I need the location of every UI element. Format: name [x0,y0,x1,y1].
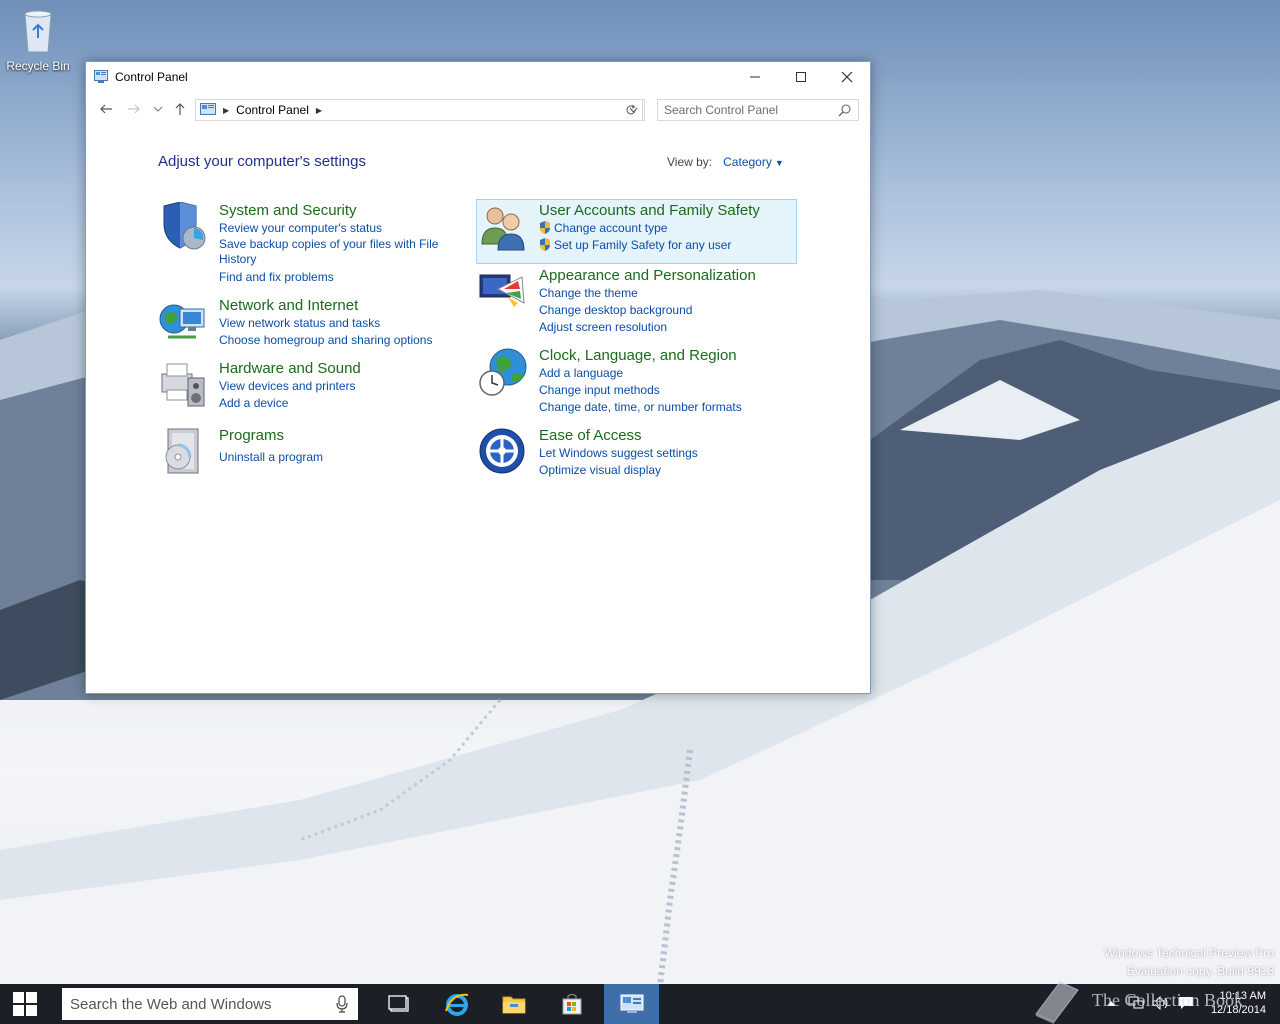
refresh-icon [626,104,636,115]
overlay-text: The Collection Book [1092,990,1243,1010]
page-title: Adjust your computer's settings [158,153,366,170]
clock-globe-icon[interactable] [478,347,528,397]
category-title[interactable]: Programs [219,427,323,445]
suggest-settings-link[interactable]: Let Windows suggest settings [539,445,698,462]
up-button[interactable] [172,101,188,117]
review-status-link[interactable]: Review your computer's status [219,220,444,237]
maximize-button[interactable] [778,62,824,92]
category-title[interactable]: Ease of Access [539,427,698,445]
windows-logo-icon [13,992,37,1016]
internet-explorer-button[interactable] [432,984,482,1024]
folder-icon [502,996,526,1014]
back-button[interactable] [98,101,114,117]
chevron-down-icon [153,106,163,112]
internet-explorer-icon [445,993,469,1016]
title-bar[interactable]: Control Panel [86,62,870,92]
recycle-bin-label: Recycle Bin [6,59,70,73]
control-panel-icon [620,994,643,1013]
category-title[interactable]: Hardware and Sound [219,360,361,378]
change-theme-link[interactable]: Change the theme [539,285,756,302]
view-by-category-dropdown[interactable]: Category [723,155,772,169]
window-title: Control Panel [115,70,188,84]
category-title[interactable]: Appearance and Personalization [539,267,756,285]
homegroup-sharing-link[interactable]: Choose homegroup and sharing options [219,332,432,349]
control-panel-icon [94,70,108,83]
refresh-button[interactable] [619,99,643,121]
control-panel-window: Control Panel ▶ Control Panel ▶ Search C… [85,61,871,694]
search-icon[interactable] [838,103,852,117]
breadcrumb-separator-icon[interactable]: ▶ [223,106,229,115]
find-fix-problems-link[interactable]: Find and fix problems [219,269,444,286]
family-safety-label: Set up Family Safety for any user [554,238,732,252]
maximize-icon [796,72,806,82]
store-bag-icon [562,994,582,1015]
search-placeholder: Search Control Panel [664,103,779,117]
category-title[interactable]: User Accounts and Family Safety [539,202,760,220]
security-shield-icon[interactable] [158,202,208,252]
breadcrumb-separator-icon[interactable]: ▶ [316,106,322,115]
change-account-type-link[interactable]: Change account type [539,220,760,237]
minimize-icon [750,76,760,78]
collection-book-overlay: The Collection Book [1030,976,1280,1024]
recycle-bin-icon [24,10,52,53]
add-language-link[interactable]: Add a language [539,365,742,382]
network-status-link[interactable]: View network status and tasks [219,315,432,332]
forward-arrow-icon [128,104,140,114]
store-button[interactable] [547,984,597,1024]
close-icon [841,71,853,83]
uac-shield-icon [540,221,550,234]
chevron-down-icon[interactable]: ▼ [775,158,784,168]
task-view-icon [388,995,409,1012]
control-panel-taskbar-button[interactable] [604,984,659,1024]
address-bar[interactable]: ▶ Control Panel ▶ [195,99,645,121]
network-globe-icon[interactable] [158,297,208,347]
add-device-link[interactable]: Add a device [219,395,361,412]
file-history-link[interactable]: Save backup copies of your files with Fi… [219,237,444,267]
view-by-label: View by: [667,155,713,169]
task-view-button[interactable] [374,984,424,1024]
watermark-edition: Windows Technical Preview Pro [1104,946,1274,960]
microphone-icon[interactable] [336,995,348,1013]
printer-speaker-icon[interactable] [158,360,208,410]
uac-shield-icon [540,238,550,251]
family-safety-link[interactable]: Set up Family Safety for any user [539,237,760,254]
uninstall-program-link[interactable]: Uninstall a program [219,449,323,466]
programs-disc-box-icon[interactable] [158,427,208,477]
taskbar-search-box[interactable]: Search the Web and Windows [62,988,358,1020]
devices-printers-link[interactable]: View devices and printers [219,378,361,395]
minimize-button[interactable] [732,62,778,92]
change-account-type-label: Change account type [554,221,668,235]
input-methods-link[interactable]: Change input methods [539,382,742,399]
screen-resolution-link[interactable]: Adjust screen resolution [539,319,756,336]
search-control-panel-input[interactable]: Search Control Panel [657,99,859,121]
recycle-bin-desktop-icon[interactable]: Recycle Bin [6,6,70,73]
category-title[interactable]: Network and Internet [219,297,432,315]
breadcrumb-control-panel[interactable]: Control Panel [236,103,309,117]
category-title[interactable]: System and Security [219,202,444,220]
close-button[interactable] [824,62,870,92]
evaluation-watermark: Windows Technical Preview Pro Evaluation… [1104,944,1274,980]
category-title[interactable]: Clock, Language, and Region [539,347,742,365]
back-arrow-icon [100,104,112,114]
file-explorer-button[interactable] [489,984,539,1024]
desktop-background-link[interactable]: Change desktop background [539,302,756,319]
users-icon[interactable] [478,202,528,252]
recent-locations-button[interactable] [150,101,166,117]
book-icon [1035,981,1079,1024]
date-time-formats-link[interactable]: Change date, time, or number formats [539,399,742,416]
taskbar-search-placeholder: Search the Web and Windows [70,995,272,1013]
up-arrow-icon [175,103,185,115]
control-panel-icon [200,103,216,115]
monitor-palette-icon[interactable] [478,267,528,317]
ease-of-access-icon[interactable] [478,427,528,477]
start-button[interactable] [0,984,50,1024]
view-by-selector: View by: Category ▼ [667,155,784,169]
optimize-display-link[interactable]: Optimize visual display [539,462,698,479]
forward-button[interactable] [126,101,142,117]
